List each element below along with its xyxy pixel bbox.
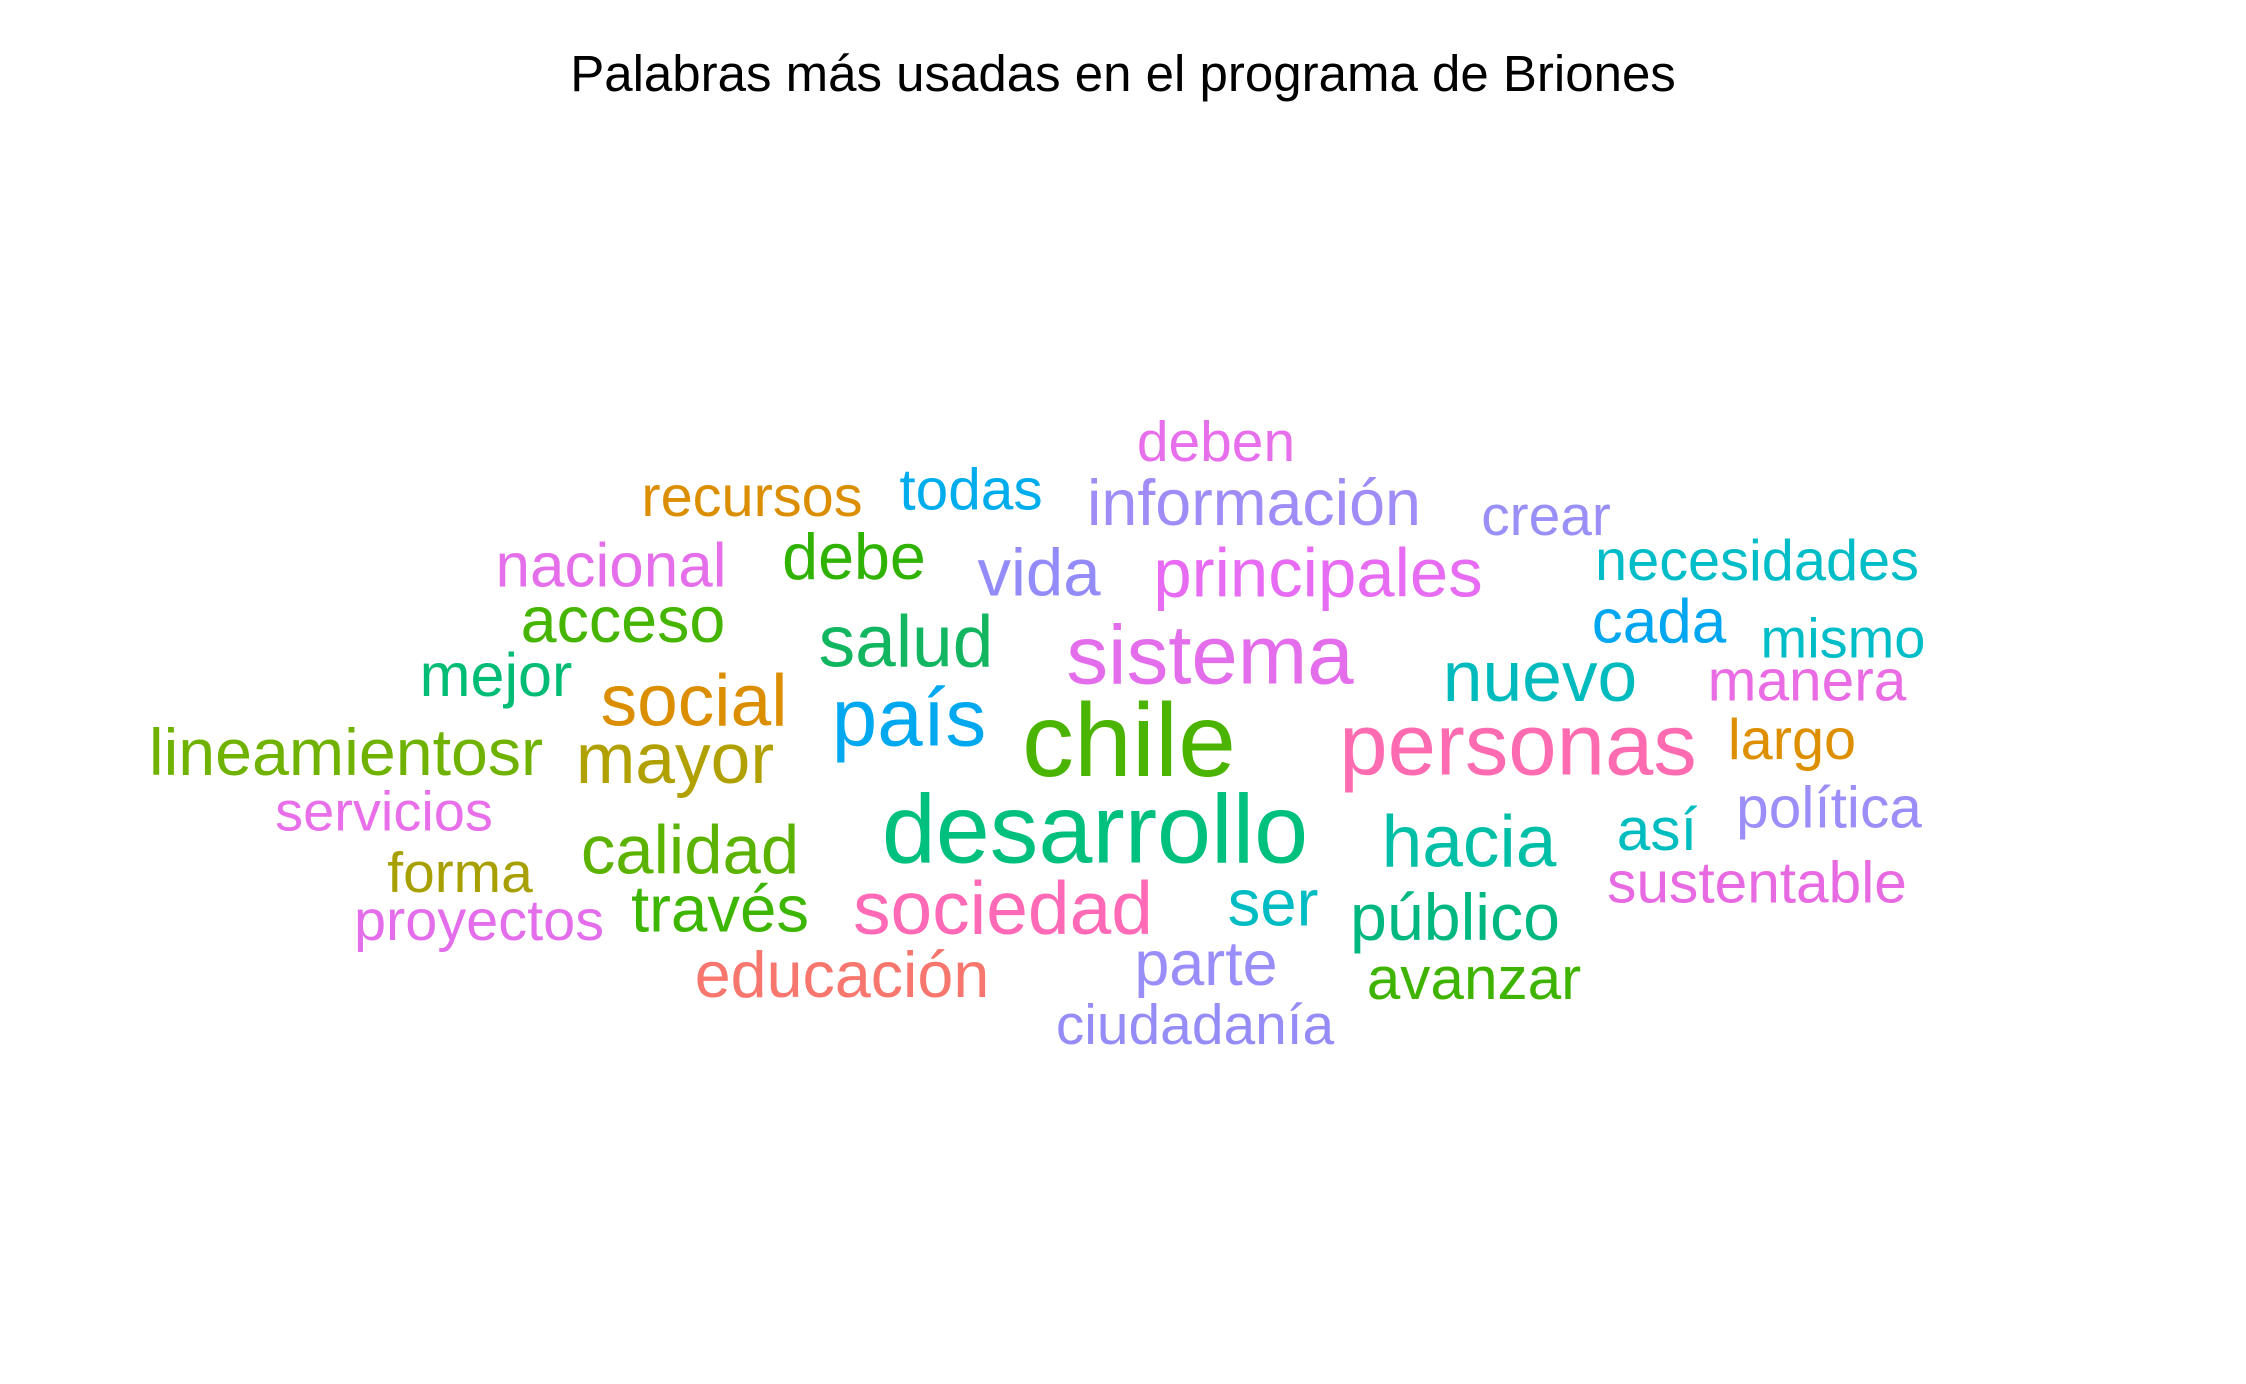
word-forma: forma xyxy=(387,841,533,905)
word-educación: educación xyxy=(695,939,990,1011)
word-sociedad: sociedad xyxy=(853,866,1153,950)
word-sistema: sistema xyxy=(1066,609,1354,702)
word-cada: cada xyxy=(1592,588,1727,657)
word-largo: largo xyxy=(1728,708,1856,772)
word-servicios: servicios xyxy=(275,780,493,843)
word-información: información xyxy=(1087,467,1421,539)
word-vida: vida xyxy=(977,536,1101,611)
word-necesidades: necesidades xyxy=(1595,529,1919,593)
wordcloud-chart: Palabras más usadas en el programa de Br… xyxy=(0,0,2246,1384)
word-hacia: hacia xyxy=(1382,802,1557,883)
word-todas: todas xyxy=(899,458,1042,523)
word-mayor: mayor xyxy=(576,719,774,799)
word-parte: parte xyxy=(1134,929,1277,999)
word-recursos: recursos xyxy=(641,465,862,529)
word-avanzar: avanzar xyxy=(1367,944,1582,1012)
word-deben: deben xyxy=(1137,410,1295,474)
word-principales: principales xyxy=(1153,535,1482,612)
word-debe: debe xyxy=(782,521,926,593)
word-país: país xyxy=(832,673,986,764)
word-nacional: nacional xyxy=(496,532,727,601)
word-salud: salud xyxy=(819,602,994,683)
word-crear: crear xyxy=(1481,484,1611,548)
word-mejor: mejor xyxy=(420,641,573,709)
word-mismo: mismo xyxy=(1761,607,1926,670)
wordcloud-canvas: chiledesarrollopersonassistemapaíssocied… xyxy=(149,410,1926,1057)
word-política: política xyxy=(1736,776,1922,841)
word-través: través xyxy=(631,873,809,946)
word-ciudadanía: ciudadanía xyxy=(1056,993,1335,1057)
word-sustentable: sustentable xyxy=(1607,851,1907,916)
